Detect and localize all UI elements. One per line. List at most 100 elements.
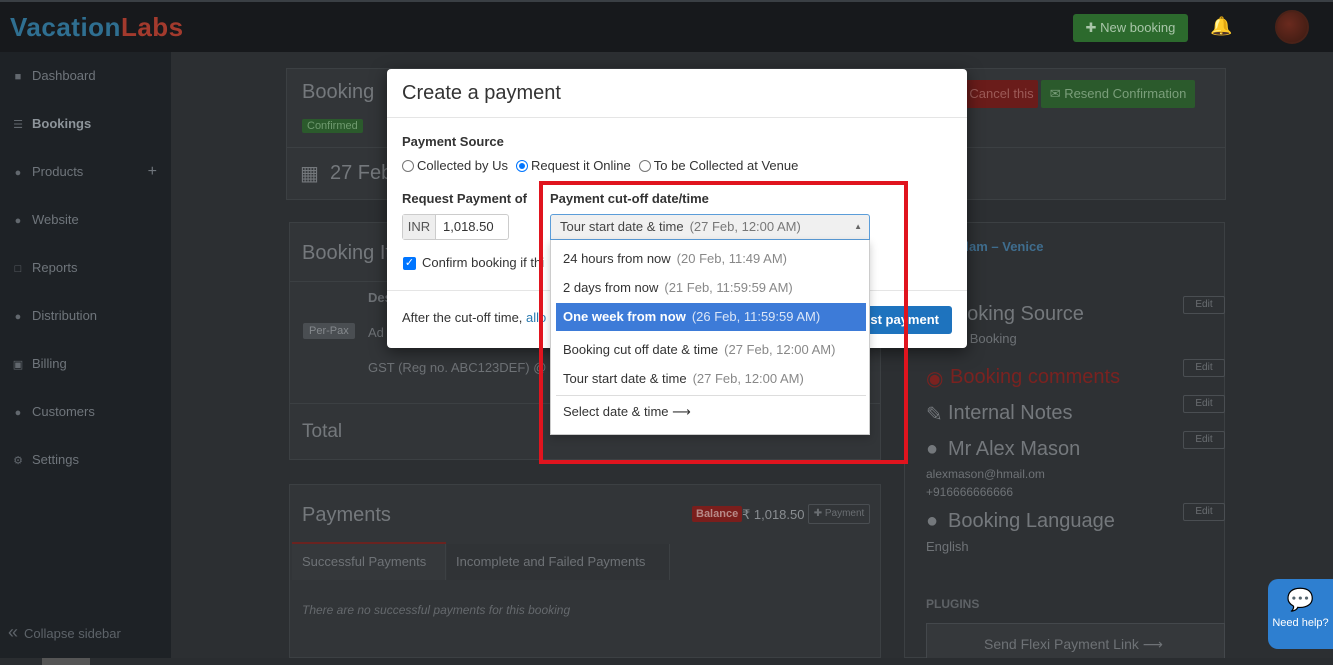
edit-customer-button[interactable]: Edit bbox=[1183, 431, 1225, 449]
edit-booking-source-button[interactable]: Edit bbox=[1183, 296, 1225, 314]
after-cutoff-label: After the cut-off time, bbox=[402, 310, 523, 325]
collapse-sidebar-button[interactable]: « Collapse sidebar bbox=[8, 617, 121, 649]
top-navbar: VacationLabs ✚ New booking 🔔 bbox=[0, 0, 1333, 52]
radio-collected-by-us[interactable]: Collected by Us bbox=[402, 158, 508, 173]
highlight-annotation-box bbox=[539, 181, 908, 464]
modal-title: Create a payment bbox=[402, 82, 561, 104]
pencil-icon: ✎ bbox=[926, 404, 943, 426]
tab-successful-payments[interactable]: Successful Payments bbox=[292, 544, 446, 580]
file-chart-icon: □ bbox=[14, 263, 22, 275]
collapse-sidebar-label: Collapse sidebar bbox=[24, 626, 121, 641]
sidebar-item-dashboard[interactable]: ■ Dashboard bbox=[0, 52, 171, 100]
add-product-icon[interactable]: + bbox=[148, 148, 157, 196]
booking-items-title: Booking It bbox=[302, 242, 391, 264]
scrollbar-thumb[interactable] bbox=[42, 658, 90, 665]
payment-source-label: Payment Source bbox=[402, 134, 504, 149]
sidebar-item-label: Billing bbox=[32, 356, 67, 371]
cancel-booking-button[interactable]: Cancel this bbox=[965, 80, 1038, 108]
booking-comments-title: Booking comments bbox=[950, 366, 1121, 388]
sidebar-item-reports[interactable]: □ Reports bbox=[0, 244, 171, 292]
tab-label: Successful Payments bbox=[302, 554, 427, 569]
sidebar-item-settings[interactable]: ⚙ Settings bbox=[0, 436, 171, 484]
sidebar-item-label: Website bbox=[32, 212, 79, 227]
calendar-icon: ▦ bbox=[300, 163, 319, 185]
users-icon: ● bbox=[14, 311, 22, 323]
radio-collect-at-venue[interactable]: To be Collected at Venue bbox=[638, 158, 799, 173]
edit-notes-button[interactable]: Edit bbox=[1183, 395, 1225, 413]
after-cutoff-text: After the cut-off time, allo bbox=[402, 310, 546, 325]
globe-icon: ● bbox=[14, 215, 22, 227]
user-icon: ● bbox=[14, 407, 22, 419]
add-payment-button[interactable]: ✚ Payment bbox=[808, 504, 870, 524]
comment-icon: ◉ bbox=[926, 368, 944, 390]
sidebar-item-customers[interactable]: ● Customers bbox=[0, 388, 171, 436]
new-booking-button[interactable]: ✚ New booking bbox=[1073, 14, 1188, 42]
need-help-chat-button[interactable]: 💬 Need help? bbox=[1268, 579, 1333, 649]
booking-language-value: English bbox=[926, 539, 969, 554]
gear-icon: ⚙ bbox=[13, 455, 23, 467]
sidebar-item-distribution[interactable]: ● Distribution bbox=[0, 292, 171, 340]
user-avatar[interactable] bbox=[1275, 10, 1309, 44]
radio-label: Request it Online bbox=[531, 158, 631, 173]
currency-addon: INR bbox=[403, 215, 436, 239]
sidebar-item-bookings[interactable]: ☰ Bookings bbox=[0, 100, 171, 148]
radio-request-online[interactable]: Request it Online bbox=[516, 158, 631, 173]
logo-text-part2: Labs bbox=[120, 12, 184, 42]
booking-title: Booking bbox=[302, 81, 375, 103]
confirm-booking-label: Confirm booking if thi bbox=[422, 255, 545, 270]
sidebar: ■ Dashboard ☰ Bookings ● Products + ● Website… bbox=[0, 52, 171, 665]
chat-bubbles-icon: 💬 bbox=[1286, 587, 1315, 612]
modal-header-divider bbox=[387, 117, 967, 118]
amount-input[interactable]: 1,018.50 bbox=[443, 215, 494, 239]
customer-name: Mr Alex Mason bbox=[948, 438, 1081, 460]
sidebar-item-label: Products bbox=[32, 164, 84, 179]
total-label: Total bbox=[302, 421, 343, 442]
no-payments-message: There are no successful payments for thi… bbox=[302, 603, 571, 617]
notifications-bell-icon[interactable]: 🔔 bbox=[1210, 16, 1232, 38]
booking-language-title: Booking Language bbox=[948, 510, 1115, 532]
need-help-label: Need help? bbox=[1272, 617, 1329, 629]
booking-source-title: ooking Source bbox=[956, 303, 1084, 325]
plugins-heading: PLUGINS bbox=[926, 597, 980, 611]
sidebar-item-label: Distribution bbox=[32, 308, 98, 323]
list-icon: ☰ bbox=[13, 119, 23, 131]
sidebar-item-billing[interactable]: ▣ Billing bbox=[0, 340, 171, 388]
radio-circle[interactable] bbox=[402, 160, 414, 172]
per-pax-badge: Per-Pax bbox=[303, 323, 355, 339]
app-logo[interactable]: VacationLabs bbox=[10, 12, 184, 43]
double-chevron-left-icon: « bbox=[8, 622, 19, 642]
logo-text-part1: Vacation bbox=[10, 12, 121, 42]
booking-date: 27 Feb bbox=[330, 162, 393, 184]
sidebar-item-products[interactable]: ● Products + bbox=[0, 148, 171, 196]
payments-panel: Payments Balance ₹ 1,018.50 ✚ Payment Su… bbox=[289, 484, 881, 658]
edit-comments-button[interactable]: Edit bbox=[1183, 359, 1225, 377]
confirm-booking-checkbox[interactable]: ✓ bbox=[403, 257, 416, 270]
item-adult-label: Ad bbox=[368, 325, 384, 340]
bottom-scrollbar[interactable] bbox=[0, 658, 1333, 665]
resend-confirmation-button[interactable]: ✉ Resend Confirmation bbox=[1041, 80, 1195, 108]
payments-title: Payments bbox=[302, 504, 391, 526]
sidebar-item-label: Reports bbox=[32, 260, 78, 275]
amount-input-group: INR 1,018.50 bbox=[402, 214, 509, 240]
sidebar-item-label: Settings bbox=[32, 452, 79, 467]
radio-label: To be Collected at Venue bbox=[653, 158, 799, 173]
money-icon: ▣ bbox=[12, 359, 24, 371]
sidebar-item-website[interactable]: ● Website bbox=[0, 196, 171, 244]
balance-amount: ₹ 1,018.50 bbox=[742, 507, 805, 522]
radio-circle-checked[interactable] bbox=[516, 160, 529, 172]
send-flexi-payment-button[interactable]: Send Flexi Payment Link ⟶ bbox=[926, 623, 1225, 658]
tour-name-link[interactable]: rdam – Venice bbox=[956, 239, 1043, 254]
radio-label: Collected by Us bbox=[417, 158, 509, 173]
payment-source-radio-group: Collected by Us Request it Online To be Co… bbox=[402, 158, 806, 173]
request-payment-label: Request Payment of bbox=[402, 191, 527, 206]
status-badge: Confirmed bbox=[302, 119, 363, 133]
tab-incomplete-payments[interactable]: Incomplete and Failed Payments bbox=[447, 544, 670, 580]
edit-language-button[interactable]: Edit bbox=[1183, 503, 1225, 521]
sidebar-item-label: Dashboard bbox=[32, 68, 96, 83]
radio-circle[interactable] bbox=[638, 160, 651, 172]
customer-phone: +916666666666 bbox=[926, 485, 1014, 499]
send-flexi-payment-label: Send Flexi Payment Link ⟶ bbox=[984, 636, 1163, 652]
map-marker-icon: ● bbox=[14, 167, 22, 179]
sidebar-item-label: Customers bbox=[32, 404, 95, 419]
balance-badge: Balance bbox=[692, 506, 743, 522]
